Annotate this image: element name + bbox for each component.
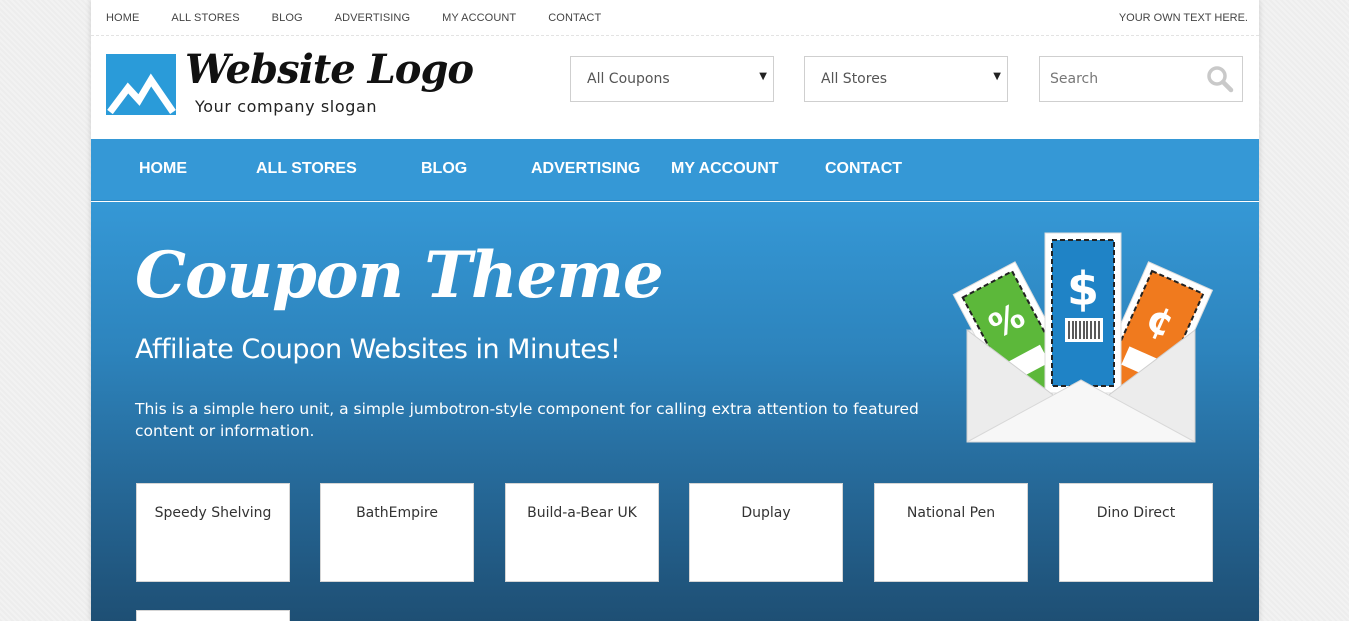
top-nav-home[interactable]: HOME — [106, 12, 139, 24]
hero-description: This is a simple hero unit, a simple jum… — [135, 400, 919, 440]
store-name: Duplay — [741, 505, 791, 521]
search-input[interactable]: Search — [1039, 56, 1243, 102]
top-nav-advertising[interactable]: ADVERTISING — [335, 12, 410, 24]
chevron-down-icon: ▼ — [759, 71, 767, 82]
store-card-build-a-bear-uk[interactable]: Build-a-Bear UK — [505, 483, 659, 582]
store-card-speedy-shelving[interactable]: Speedy Shelving — [136, 483, 290, 582]
store-name: Dino Direct — [1096, 505, 1176, 521]
main-nav-blog[interactable]: BLOG — [421, 160, 467, 178]
top-nav-contact[interactable]: CONTACT — [548, 12, 601, 24]
top-nav-blog[interactable]: BLOG — [272, 12, 303, 24]
store-name: BathEmpire — [356, 505, 438, 521]
store-card-national-pen[interactable]: National Pen — [874, 483, 1028, 582]
coupons-select[interactable]: All Coupons ▼ — [570, 56, 774, 102]
store-name: National Pen — [906, 505, 996, 521]
coupon-envelope-icon: % ¢ $ — [952, 232, 1214, 443]
store-card-bathempire[interactable]: BathEmpire — [320, 483, 474, 582]
top-bar: HOME ALL STORES BLOG ADVERTISING MY ACCO… — [91, 0, 1259, 36]
page: HOME ALL STORES BLOG ADVERTISING MY ACCO… — [91, 0, 1259, 621]
store-card-partial[interactable] — [136, 610, 290, 621]
main-nav-contact[interactable]: CONTACT — [825, 160, 902, 178]
main-nav: HOME ALL STORES BLOG ADVERTISING MY ACCO… — [91, 139, 1259, 201]
chevron-down-icon: ▼ — [993, 71, 1001, 82]
stores-select-value: All Stores — [821, 71, 888, 87]
stores-select[interactable]: All Stores ▼ — [804, 56, 1008, 102]
site-header: Website Logo Your company slogan All Cou… — [91, 36, 1259, 139]
logo-slogan: Your company slogan — [195, 97, 378, 116]
logo-title[interactable]: Website Logo — [185, 46, 474, 93]
hero-title: Coupon Theme — [135, 238, 664, 313]
main-nav-all-stores[interactable]: ALL STORES — [256, 160, 357, 178]
main-nav-home[interactable]: HOME — [139, 160, 187, 178]
dollar-symbol: $ — [1067, 262, 1099, 316]
main-nav-my-account[interactable]: MY ACCOUNT — [671, 160, 779, 178]
store-name: Build-a-Bear UK — [527, 505, 637, 521]
main-nav-advertising[interactable]: ADVERTISING — [531, 160, 640, 178]
top-bar-text: YOUR OWN TEXT HERE. — [1118, 12, 1248, 24]
coupons-select-value: All Coupons — [587, 71, 670, 87]
store-name: Speedy Shelving — [154, 505, 272, 521]
search-icon[interactable] — [1206, 65, 1234, 93]
top-nav-all-stores[interactable]: ALL STORES — [171, 12, 239, 24]
store-card-duplay[interactable]: Duplay — [689, 483, 843, 582]
hero-subtitle: Affiliate Coupon Websites in Minutes! — [135, 334, 621, 365]
search-placeholder: Search — [1050, 71, 1099, 87]
store-card-dino-direct[interactable]: Dino Direct — [1059, 483, 1213, 582]
logo-mountain-icon[interactable] — [106, 54, 176, 115]
hero-section: Coupon Theme Affiliate Coupon Websites i… — [91, 202, 1259, 621]
top-nav-my-account[interactable]: MY ACCOUNT — [442, 12, 516, 24]
top-nav: HOME ALL STORES BLOG ADVERTISING MY ACCO… — [91, 12, 618, 24]
